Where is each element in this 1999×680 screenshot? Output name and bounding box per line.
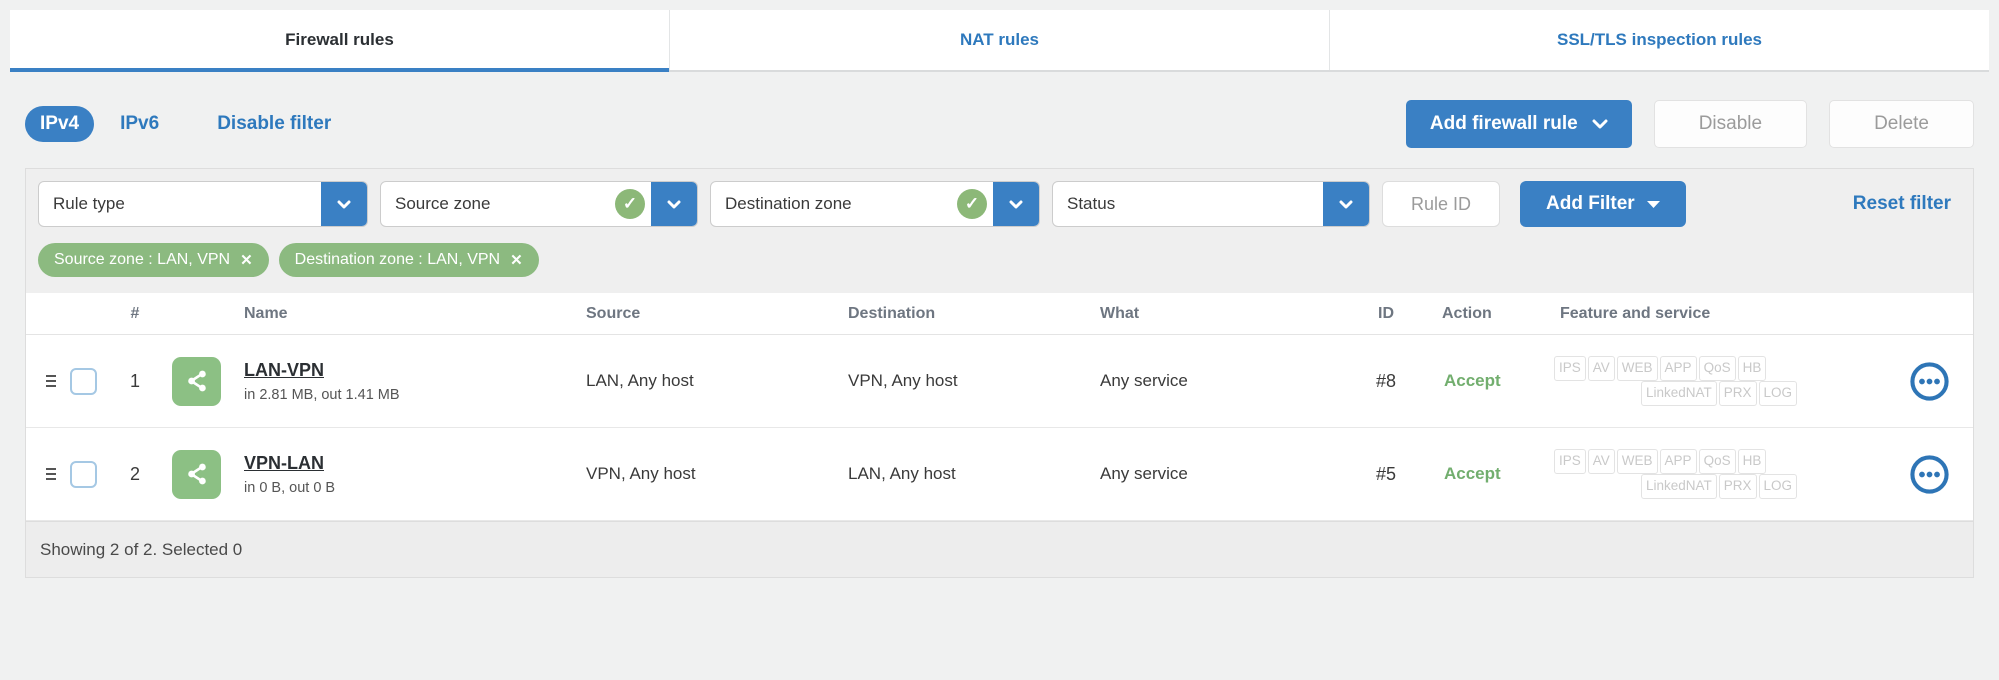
toolbar: IPv4 IPv6 Disable filter Add firewall ru… [0,100,1999,148]
column-header-action: Action [1442,304,1492,322]
column-header-name: Name [244,304,288,322]
feature-badges: IPS AV WEB APP QoS HB LinkedNAT PRX LOG [1550,449,1886,499]
chevron-down-icon[interactable] [993,182,1039,226]
disable-button[interactable]: Disable [1653,100,1808,148]
tab-nat-rules[interactable]: NAT rules [669,10,1329,70]
close-icon[interactable]: ✕ [510,251,523,269]
rule-id-input[interactable] [1382,181,1500,227]
rule-what: Any service [1100,464,1188,483]
feature-badge: LinkedNAT [1640,474,1717,499]
add-filter-button[interactable]: Add Filter [1520,181,1686,227]
drag-handle-icon[interactable] [26,468,62,480]
feature-badge: IPS [1554,356,1586,381]
rule-id: #8 [1375,370,1397,391]
rule-name-link[interactable]: LAN-VPN [244,360,324,381]
row-index: 2 [129,463,140,484]
active-filter-chips: Source zone : LAN, VPN ✕ Destination zon… [26,235,1973,293]
chevron-down-icon[interactable] [651,182,697,226]
status-dropdown-label: Status [1067,194,1116,213]
ipv6-toggle[interactable]: IPv6 [120,113,159,135]
column-header-source: Source [586,304,641,322]
rule-source: LAN, Any host [586,371,694,390]
source-zone-dropdown-label: Source zone [395,194,491,213]
column-header-destination: Destination [848,304,936,322]
feature-badge: HB [1737,356,1767,381]
add-filter-label: Add Filter [1546,193,1635,214]
feature-badge: APP [1659,356,1697,381]
row-menu-ellipsis-icon[interactable] [1909,454,1950,495]
tab-ssl-tls-inspection-rules[interactable]: SSL/TLS inspection rules [1329,10,1989,70]
feature-badge: AV [1587,449,1615,474]
share-nodes-icon [172,356,221,406]
feature-badge: WEB [1616,449,1658,474]
feature-badge: APP [1659,449,1697,474]
table-body: 1 LAN-VPN in 2.81 MB, out 1.41 MB LAN, A… [26,335,1973,521]
feature-badge: LinkedNAT [1640,381,1717,406]
chevron-down-icon [1592,119,1608,129]
rule-id: #5 [1375,463,1397,484]
firewall-rules-panel: Rule type Source zone ✓ Destination zone… [25,168,1974,578]
rule-name-link[interactable]: VPN-LAN [244,453,324,474]
chevron-down-icon [1646,200,1660,209]
rule-destination: LAN, Any host [848,464,956,483]
status-dropdown[interactable]: Status [1052,181,1370,227]
share-nodes-icon [172,449,221,499]
close-icon[interactable]: ✕ [240,251,253,269]
chevron-down-icon[interactable] [1323,182,1369,226]
feature-badge: IPS [1554,449,1586,474]
table-row: 2 VPN-LAN in 0 B, out 0 B VPN, Any host [26,428,1973,521]
feature-badge: AV [1587,356,1615,381]
feature-badges: IPS AV WEB APP QoS HB LinkedNAT PRX LOG [1550,356,1886,406]
ipv4-toggle[interactable]: IPv4 [25,106,95,142]
tab-firewall-rules[interactable]: Firewall rules [10,10,669,72]
feature-badge: QoS [1698,356,1736,381]
row-checkbox[interactable] [70,367,97,395]
feature-badge: PRX [1718,474,1757,499]
rule-action: Accept [1444,371,1501,390]
delete-button[interactable]: Delete [1829,100,1974,148]
column-header-what: What [1100,304,1140,322]
column-header-index: # [130,304,140,322]
disable-filter-link[interactable]: Disable filter [217,113,331,135]
destination-zone-dropdown-label: Destination zone [725,194,852,213]
check-circle-icon: ✓ [957,189,987,219]
filter-row: Rule type Source zone ✓ Destination zone… [26,169,1973,235]
filter-chip-source-zone[interactable]: Source zone : LAN, VPN ✕ [38,243,269,277]
source-zone-dropdown[interactable]: Source zone ✓ [380,181,698,227]
rule-type-dropdown-label: Rule type [53,194,125,213]
feature-badge: PRX [1718,381,1757,406]
table-row: 1 LAN-VPN in 2.81 MB, out 1.41 MB LAN, A… [26,335,1973,428]
destination-zone-dropdown[interactable]: Destination zone ✓ [710,181,1040,227]
tab-strip: Firewall rules NAT rules SSL/TLS inspect… [10,10,1989,72]
feature-badge: QoS [1698,449,1736,474]
rule-source: VPN, Any host [586,464,696,483]
check-circle-icon: ✓ [615,189,645,219]
feature-badge: LOG [1758,381,1798,406]
feature-badge: HB [1737,449,1767,474]
filter-chip-label: Source zone : LAN, VPN [54,251,231,268]
rule-destination: VPN, Any host [848,371,958,390]
rule-what: Any service [1100,371,1188,390]
rule-action: Accept [1444,464,1501,483]
add-firewall-rule-button[interactable]: Add firewall rule [1405,100,1632,148]
filter-chip-label: Destination zone : LAN, VPN [294,251,501,268]
reset-filter-link[interactable]: Reset filter [1853,193,1961,215]
feature-badge: WEB [1616,356,1658,381]
row-menu-ellipsis-icon[interactable] [1909,361,1950,402]
rule-traffic: in 2.81 MB, out 1.41 MB [244,386,400,403]
column-header-feature-and-service: Feature and service [1560,304,1711,322]
table-footer-status: Showing 2 of 2. Selected 0 [26,521,1973,577]
add-firewall-rule-label: Add firewall rule [1429,113,1578,134]
drag-handle-icon[interactable] [26,375,62,387]
table-header-row: # Name Source Destination What ID Action… [26,293,1973,335]
rule-traffic: in 0 B, out 0 B [244,479,336,496]
chevron-down-icon[interactable] [321,182,367,226]
feature-badge: LOG [1758,474,1798,499]
column-header-id: ID [1378,304,1394,322]
rule-type-dropdown[interactable]: Rule type [38,181,368,227]
filter-chip-destination-zone[interactable]: Destination zone : LAN, VPN ✕ [278,243,539,277]
row-checkbox[interactable] [70,460,97,488]
row-index: 1 [129,370,140,391]
